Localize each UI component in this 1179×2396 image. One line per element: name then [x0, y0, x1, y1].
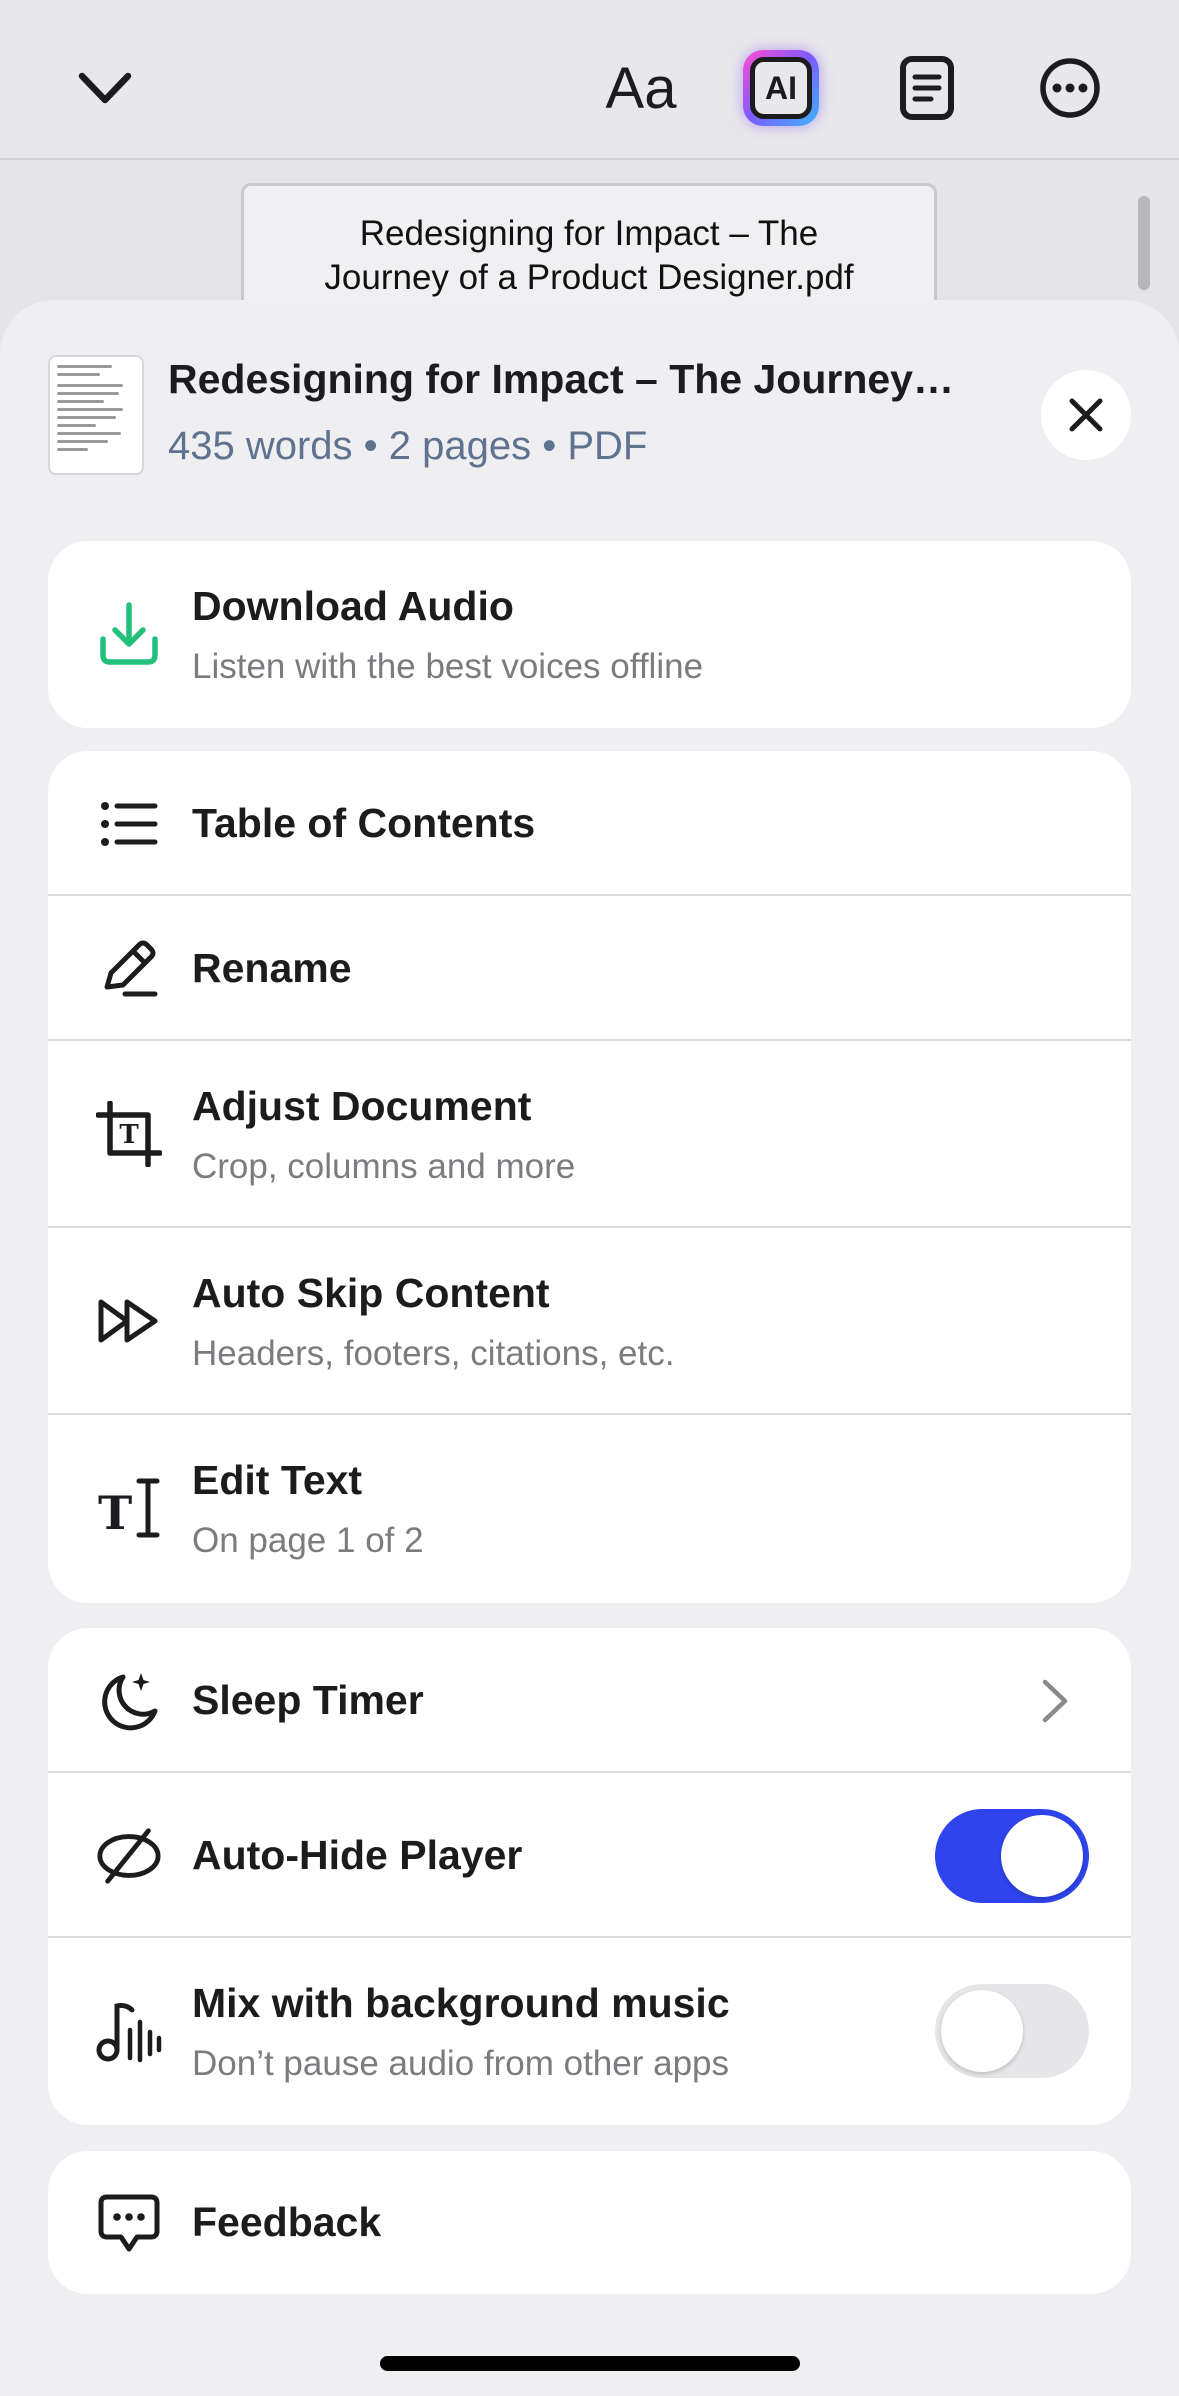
- document-preview-line2: Journey of a Product Designer.pdf: [324, 258, 854, 297]
- feedback-card: Feedback: [48, 2151, 1131, 2294]
- ai-label: AI: [750, 57, 812, 119]
- pencil-icon: [96, 936, 162, 1002]
- chevron-down-icon[interactable]: [62, 45, 148, 131]
- scrollbar[interactable]: [1138, 196, 1150, 290]
- document-title: Redesigning for Impact – The Journey…: [168, 356, 954, 402]
- edit-text-subtitle: On page 1 of 2: [192, 1521, 424, 1560]
- auto-skip-content-title: Auto Skip Content: [192, 1270, 550, 1316]
- moon-stars-icon: [96, 1668, 162, 1734]
- mix-background-music-title: Mix with background music: [192, 1980, 730, 2026]
- download-audio-row[interactable]: Download Audio Listen with the best voic…: [48, 541, 1131, 728]
- crop-icon: T: [96, 1101, 162, 1167]
- home-indicator[interactable]: [380, 2356, 800, 2371]
- mix-background-music-row: Mix with background music Don’t pause au…: [48, 1938, 1131, 2125]
- ai-button[interactable]: AI: [738, 45, 824, 131]
- font-settings-button[interactable]: Aa: [596, 45, 686, 131]
- text-cursor-icon: T: [96, 1475, 162, 1541]
- sleep-timer-title: Sleep Timer: [192, 1677, 424, 1723]
- eye-slash-icon: [96, 1823, 162, 1889]
- list-icon: [96, 791, 162, 857]
- table-of-contents-title: Table of Contents: [192, 800, 536, 846]
- auto-hide-player-title: Auto-Hide Player: [192, 1832, 523, 1878]
- feedback-title: Feedback: [192, 2199, 382, 2245]
- feedback-row[interactable]: Feedback: [48, 2151, 1131, 2294]
- options-sheet: Redesigning for Impact – The Journey… 43…: [0, 300, 1179, 2396]
- document-preview-line1: Redesigning for Impact – The: [359, 214, 819, 253]
- download-card: Download Audio Listen with the best voic…: [48, 541, 1131, 728]
- mix-background-music-toggle[interactable]: [935, 1984, 1089, 2078]
- sheet-header: Redesigning for Impact – The Journey… 43…: [0, 300, 1179, 520]
- document-icon[interactable]: [884, 45, 970, 131]
- auto-hide-player-row: Auto-Hide Player: [48, 1773, 1131, 1938]
- chevron-right-icon: [1042, 1679, 1068, 1723]
- music-note-icon: [96, 1998, 162, 2064]
- rename-title: Rename: [192, 945, 352, 991]
- toggle-knob: [941, 1990, 1023, 2072]
- chat-bubble-icon: [96, 2191, 162, 2257]
- download-icon: [96, 601, 162, 667]
- auto-skip-content-row[interactable]: Auto Skip Content Headers, footers, cita…: [48, 1228, 1131, 1415]
- sleep-timer-row[interactable]: Sleep Timer: [48, 1628, 1131, 1773]
- close-icon: [1069, 398, 1103, 432]
- document-thumbnail: [48, 355, 144, 475]
- more-options-icon[interactable]: [1027, 45, 1113, 131]
- document-menu-card: Table of Contents Rename T Adjust Docume…: [48, 751, 1131, 1603]
- toggle-knob: [1001, 1815, 1083, 1897]
- table-of-contents-row[interactable]: Table of Contents: [48, 751, 1131, 896]
- svg-text:T: T: [98, 1486, 132, 1540]
- playback-settings-card: Sleep Timer Auto-Hide Player Mix with ba…: [48, 1628, 1131, 2125]
- download-audio-subtitle: Listen with the best voices offline: [192, 647, 704, 686]
- download-audio-title: Download Audio: [192, 583, 514, 629]
- adjust-document-row[interactable]: T Adjust Document Crop, columns and more: [48, 1041, 1131, 1228]
- adjust-document-title: Adjust Document: [192, 1083, 532, 1129]
- auto-skip-content-subtitle: Headers, footers, citations, etc.: [192, 1334, 675, 1373]
- ai-icon: AI: [743, 50, 819, 126]
- mix-background-music-subtitle: Don’t pause audio from other apps: [192, 2044, 729, 2083]
- svg-text:T: T: [119, 1120, 139, 1150]
- edit-text-title: Edit Text: [192, 1457, 363, 1503]
- close-button[interactable]: [1041, 370, 1131, 460]
- top-toolbar: Aa AI: [0, 0, 1179, 160]
- fast-forward-icon: [96, 1288, 162, 1354]
- adjust-document-subtitle: Crop, columns and more: [192, 1147, 576, 1186]
- auto-hide-player-toggle[interactable]: [935, 1809, 1089, 1903]
- document-meta: 435 words • 2 pages • PDF: [168, 424, 648, 468]
- rename-row[interactable]: Rename: [48, 896, 1131, 1041]
- edit-text-row[interactable]: T Edit Text On page 1 of 2: [48, 1415, 1131, 1603]
